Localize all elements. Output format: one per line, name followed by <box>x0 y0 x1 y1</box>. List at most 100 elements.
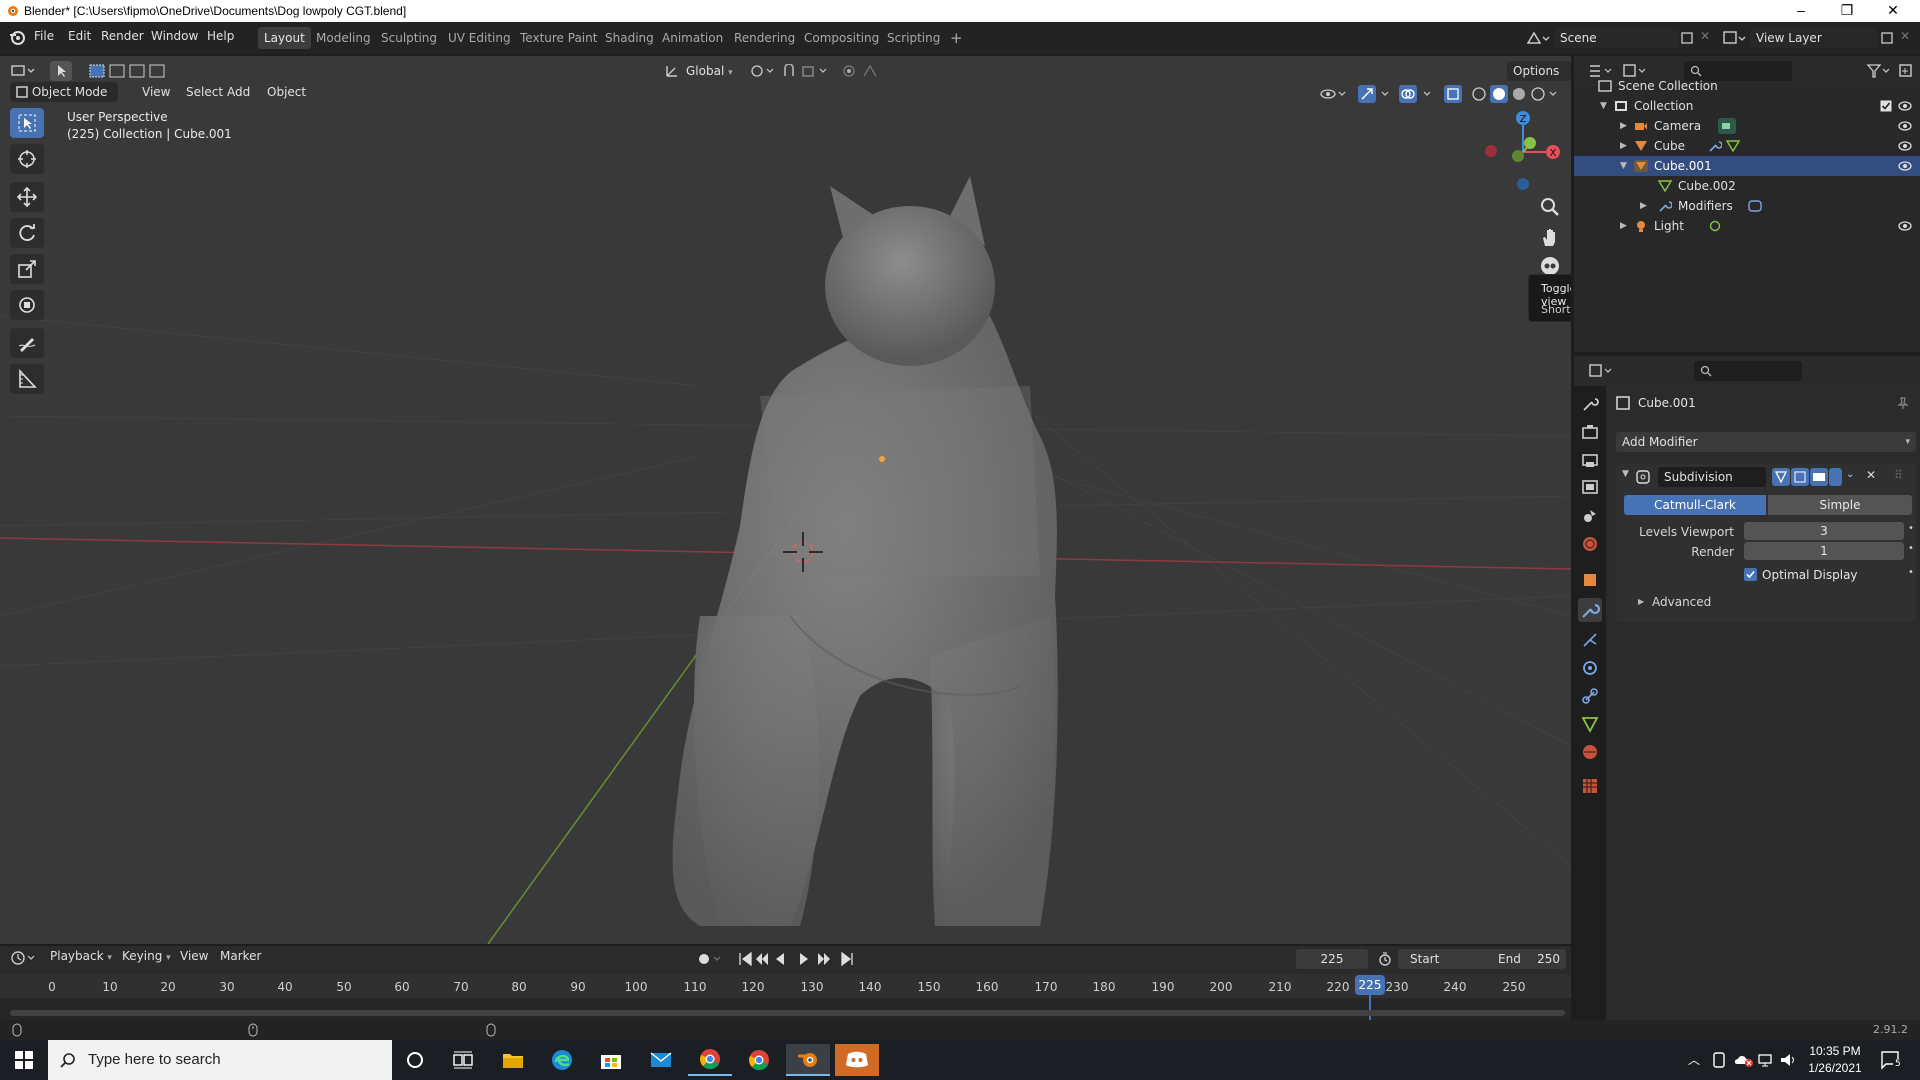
outliner-row-cube-002[interactable]: Cube.002 <box>1574 176 1920 196</box>
view-layer-name-field[interactable]: View Layer <box>1750 28 1878 48</box>
object-mode-dropdown[interactable]: Object Mode ▾ <box>10 82 118 119</box>
select-mode-button[interactable] <box>50 61 72 81</box>
constraints-tab-icon[interactable] <box>1580 686 1600 706</box>
viewport-menu-view[interactable]: View <box>136 82 176 102</box>
camera-view-icon[interactable] <box>1538 256 1562 276</box>
world-tab-icon[interactable] <box>1580 534 1600 554</box>
volume-icon[interactable] <box>1780 1052 1798 1068</box>
move-tool[interactable] <box>10 182 44 212</box>
taskbar-time[interactable]: 10:35 PM <box>1803 1044 1867 1058</box>
eye-icon[interactable] <box>1898 221 1912 231</box>
visibility-filter-icon[interactable] <box>1320 86 1348 102</box>
menu-render[interactable]: Render <box>101 29 144 43</box>
scene-tab-icon[interactable] <box>1580 506 1600 526</box>
chrome-button-1[interactable] <box>688 1044 732 1076</box>
timeline-scrollbar[interactable] <box>10 1010 1565 1016</box>
eye-icon[interactable] <box>1898 141 1912 151</box>
delete-scene-icon[interactable]: ✕ <box>1700 29 1710 43</box>
expand-arrow-icon[interactable]: ▶ <box>1620 136 1627 156</box>
task-view-button[interactable] <box>441 1044 485 1076</box>
object-tab-icon[interactable] <box>1580 570 1600 590</box>
network-icon[interactable] <box>1758 1052 1776 1068</box>
expand-arrow-icon[interactable]: ▶ <box>1640 196 1647 216</box>
stopwatch-icon[interactable] <box>1378 952 1392 966</box>
select-box-tool[interactable] <box>10 108 44 138</box>
options-dropdown[interactable]: Options ▾ <box>1507 61 1571 98</box>
outliner-row-cube[interactable]: ▶ Cube <box>1574 136 1920 156</box>
collapse-arrow-icon[interactable]: ▼ <box>1600 96 1607 116</box>
current-frame-field[interactable]: 225 <box>1296 949 1368 969</box>
keyframe-dot-icon[interactable]: • <box>1908 567 1914 578</box>
timeline-menu-view[interactable]: View <box>174 946 214 966</box>
expand-arrow-icon[interactable]: ▶ <box>1638 597 1644 606</box>
workspace-tab-compositing[interactable]: Compositing <box>798 27 885 49</box>
workspace-tab-layout[interactable]: Layout <box>258 27 311 49</box>
snap-icon[interactable] <box>783 64 833 78</box>
show-hidden-icons[interactable]: ︿ <box>1688 1051 1700 1068</box>
advanced-subpanel-label[interactable]: Advanced <box>1652 592 1711 612</box>
properties-editor-type-icon[interactable] <box>1588 363 1614 379</box>
menu-edit[interactable]: Edit <box>68 29 91 43</box>
collapse-arrow-icon[interactable]: ▼ <box>1622 469 1629 479</box>
physics-tab-icon[interactable] <box>1580 658 1600 678</box>
restore-button[interactable]: ❐ <box>1824 0 1870 22</box>
subdivision-modifier-icon[interactable] <box>1748 200 1762 212</box>
scene-name-field[interactable]: Scene <box>1554 28 1679 48</box>
outliner-row-scene-collection[interactable]: Scene Collection <box>1574 76 1920 96</box>
eye-icon[interactable] <box>1898 161 1912 171</box>
minimize-button[interactable]: – <box>1778 0 1824 22</box>
outliner-row-camera[interactable]: ▶ Camera <box>1574 116 1920 136</box>
tray-app-icon[interactable] <box>1712 1052 1726 1068</box>
outliner-row-light[interactable]: ▶ Light <box>1574 216 1920 236</box>
workspace-tab-shading[interactable]: Shading <box>599 27 660 49</box>
pivot-point-icon[interactable] <box>750 64 778 78</box>
render-levels-field[interactable]: 1 <box>1744 542 1904 560</box>
pin-icon[interactable] <box>1896 396 1910 410</box>
start-button[interactable] <box>2 1044 46 1076</box>
remove-modifier-icon[interactable]: ✕ <box>1866 468 1876 482</box>
workspace-tab-sculpting[interactable]: Sculpting <box>375 27 443 49</box>
workspace-tab-modeling[interactable]: Modeling <box>310 27 377 49</box>
taskbar-search-box[interactable]: Type here to search <box>48 1040 392 1080</box>
menu-window[interactable]: Window <box>151 29 198 43</box>
workspace-tab-uv-editing[interactable]: UV Editing <box>442 27 517 49</box>
record-keyframe-icon[interactable] <box>696 951 724 967</box>
workspace-tab-scripting[interactable]: Scripting <box>881 27 946 49</box>
rotate-tool[interactable] <box>10 218 44 248</box>
viewport-menu-add[interactable]: Add <box>221 82 256 102</box>
end-frame-field[interactable]: End 250 <box>1490 949 1566 969</box>
collapse-arrow-icon[interactable]: ▼ <box>1620 156 1627 176</box>
keyframe-dot-icon[interactable]: • <box>1908 523 1914 534</box>
scene-icon[interactable] <box>1526 30 1550 46</box>
add-workspace-button[interactable]: + <box>944 27 969 49</box>
mail-button[interactable] <box>639 1044 683 1076</box>
outliner-row-cube-001[interactable]: ▼ Cube.001 <box>1574 156 1920 176</box>
cursor-tool[interactable] <box>10 144 44 174</box>
modifier-tab[interactable] <box>1578 598 1602 622</box>
modifier-display-toggles-icon[interactable] <box>1772 468 1842 486</box>
overlays-toggle-icon[interactable] <box>1399 85 1435 103</box>
texture-tab-icon[interactable] <box>1580 776 1600 796</box>
catmull-clark-button[interactable]: Catmull-Clark <box>1624 495 1766 515</box>
zoom-icon[interactable] <box>1538 195 1562 219</box>
store-button[interactable] <box>589 1044 633 1076</box>
timeline-menu-keying[interactable]: Keying ▾ <box>116 946 177 966</box>
eye-icon[interactable] <box>1898 101 1912 111</box>
output-tab-icon[interactable] <box>1580 450 1600 470</box>
edge-button[interactable] <box>540 1044 584 1076</box>
expand-arrow-icon[interactable]: ▶ <box>1620 116 1627 136</box>
eye-icon[interactable] <box>1898 121 1912 131</box>
data-tab-icon[interactable] <box>1580 714 1600 734</box>
optimal-display-checkbox[interactable] <box>1744 568 1757 581</box>
navigation-gizmo[interactable]: Z X <box>1470 108 1560 198</box>
discord-taskbar-button[interactable] <box>835 1044 879 1076</box>
material-tab-icon[interactable] <box>1580 742 1600 762</box>
3d-viewport[interactable]: Global ▾ Options ▾ Object Mode ▾ View Se… <box>0 56 1571 944</box>
exclude-checkbox-icon[interactable] <box>1880 100 1892 112</box>
workspace-tab-texture-paint[interactable]: Texture Paint <box>514 27 603 49</box>
xray-toggle-icon[interactable] <box>1444 85 1462 103</box>
timeline-editor-type-icon[interactable] <box>10 950 38 966</box>
keyframe-dot-icon[interactable]: • <box>1908 543 1914 554</box>
delete-view-layer-icon[interactable]: ✕ <box>1900 29 1910 43</box>
drag-handle-icon[interactable]: ⠿ <box>1894 468 1903 482</box>
